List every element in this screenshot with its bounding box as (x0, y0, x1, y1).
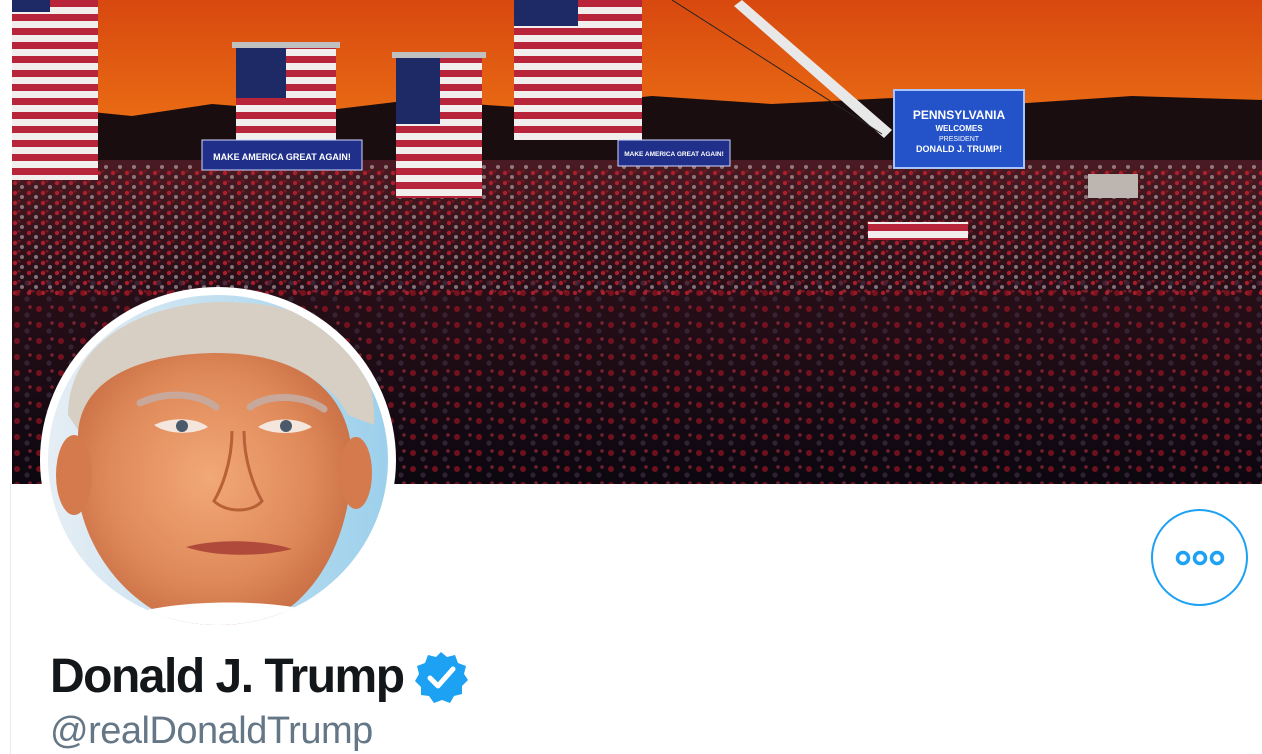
column-border (10, 484, 11, 754)
profile-avatar[interactable] (40, 287, 396, 633)
profile-page: MAKE AMERICA GREAT AGAIN! MAKE AMERICA G… (0, 0, 1262, 754)
screen-line-1: PENNSYLVANIA (913, 108, 1006, 122)
banner-sign-left: MAKE AMERICA GREAT AGAIN! (213, 152, 351, 162)
banner-sign-center: MAKE AMERICA GREAT AGAIN! (624, 151, 724, 158)
more-options-button[interactable] (1151, 509, 1248, 606)
profile-handle: @realDonaldTrump (50, 710, 373, 752)
profile-display-name: Donald J. Trump (50, 650, 405, 703)
screen-line-4: DONALD J. TRUMP! (916, 144, 1002, 154)
flag-left-edge (12, 0, 98, 180)
avatar-photo (48, 295, 388, 625)
screen-line-2: WELCOMES (935, 124, 983, 133)
more-horizontal-icon (1175, 550, 1224, 565)
verified-badge-icon[interactable] (414, 650, 468, 704)
profile-name-row: Donald J. Trump (50, 646, 468, 708)
screen-line-3: PRESIDENT (939, 136, 980, 143)
